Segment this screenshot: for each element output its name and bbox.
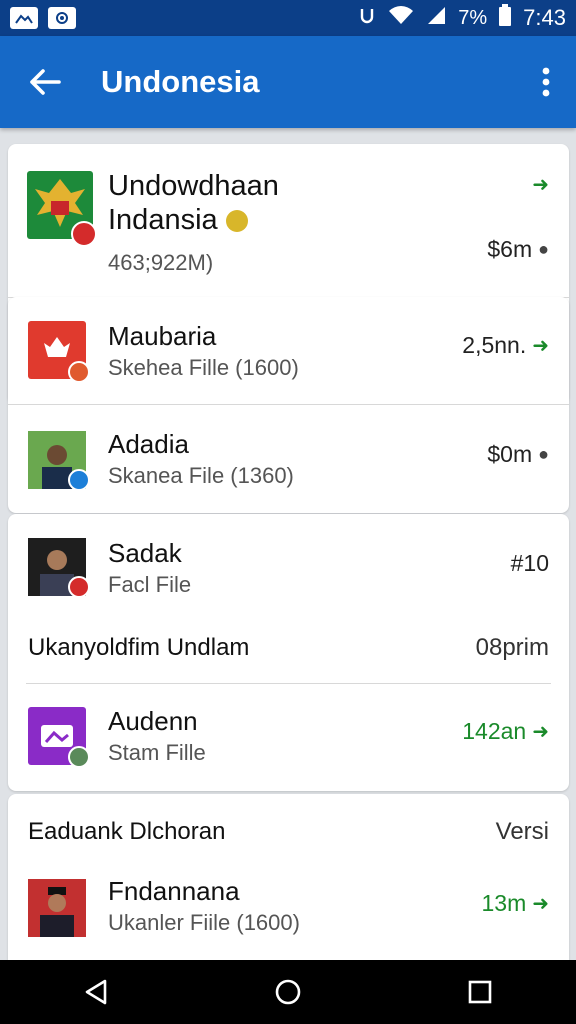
- arrow-right-icon[interactable]: ➜: [532, 719, 549, 744]
- battery-percent: 7%: [458, 6, 488, 29]
- status-badge: [68, 469, 90, 491]
- location-pin-icon: ●: [538, 444, 549, 464]
- item-title: Maubaria: [108, 321, 217, 351]
- more-vert-icon: [542, 67, 550, 97]
- list-item[interactable]: Undowdhaan Indansia 463;922M) ➜ $6m ●: [8, 144, 569, 297]
- nav-recents-button[interactable]: [450, 962, 510, 1022]
- status-notifications: [10, 7, 76, 29]
- item-subtitle: Ukanler Fiile (1600): [108, 910, 300, 935]
- list-item[interactable]: Sadak Facl File #10: [8, 514, 569, 616]
- item-amount: $6m ●: [487, 236, 549, 262]
- section-header: Ukanyoldfim Undlam 08prim: [26, 616, 551, 684]
- status-time: 7:43: [523, 5, 566, 30]
- section-meta: 08prim: [475, 634, 549, 661]
- status-badge: [71, 221, 97, 247]
- overflow-menu-button[interactable]: [516, 36, 576, 128]
- arrow-right-icon[interactable]: ➜: [532, 333, 549, 358]
- app-bar: Undonesia: [0, 36, 576, 128]
- location-pin-icon: ●: [538, 239, 549, 259]
- item-amount: 142an ➜: [462, 718, 549, 744]
- item-subtitle: Facl File: [108, 572, 192, 597]
- avatar: [28, 879, 86, 937]
- arrow-right-icon[interactable]: ➜: [532, 172, 549, 197]
- item-title: Sadak: [108, 538, 182, 568]
- section-meta: Versi: [495, 818, 549, 845]
- item-title: Fndannana: [108, 876, 240, 906]
- triangle-back-icon: [85, 979, 107, 1005]
- list-item[interactable]: Fndannana Ukanler Fiile (1600) 13m ➜: [8, 870, 569, 974]
- item-subtitle: Skanea File (1360): [108, 463, 294, 488]
- signal-icon: [426, 5, 446, 31]
- status-badge: [68, 361, 90, 383]
- section-title: Eaduank Dlchoran: [28, 818, 226, 845]
- image-icon: [10, 7, 38, 29]
- sync-icon: [358, 6, 376, 30]
- card-list-b: Sadak Facl File #10 Ukanyoldfim Undlam 0…: [8, 514, 569, 791]
- item-subtitle: Stam Fille: [108, 740, 206, 765]
- wifi-icon: [388, 5, 414, 31]
- item-subtitle: Skehea Fille (1600): [108, 355, 299, 380]
- back-button[interactable]: [0, 36, 90, 128]
- item-title: Undowdhaan: [108, 170, 279, 202]
- list-item[interactable]: Maubaria Skehea Fille (1600) 2,5nn. ➜: [8, 297, 569, 404]
- square-recents-icon: [468, 980, 492, 1004]
- section-header: Eaduank Dlchoran Versi: [8, 794, 569, 870]
- list-item[interactable]: Audenn Stam Fille 142an ➜: [8, 684, 569, 790]
- status-badge: [68, 746, 90, 768]
- item-amount: #10: [510, 550, 549, 576]
- system-nav-bar: [0, 960, 576, 1024]
- status-badge: [68, 576, 90, 598]
- status-bar: 7% 7:43: [0, 0, 576, 36]
- list-item[interactable]: Adadia Skanea File (1360) $0m ●: [8, 404, 569, 513]
- shield-icon: [48, 7, 76, 29]
- item-amount: 2,5nn. ➜: [462, 332, 549, 358]
- emoji-icon: [225, 210, 248, 233]
- item-title: Audenn: [108, 706, 198, 736]
- card-list-a: Maubaria Skehea Fille (1600) 2,5nn. ➜ Ad…: [8, 297, 569, 513]
- card-list-c: Eaduank Dlchoran Versi Fndannana Ukanler…: [8, 794, 569, 974]
- item-title: Adadia: [108, 429, 189, 459]
- nav-back-button[interactable]: [66, 962, 126, 1022]
- section-title: Ukanyoldfim Undlam: [28, 634, 250, 661]
- circle-home-icon: [275, 979, 301, 1005]
- item-subtitle: 463;922M): [108, 250, 214, 275]
- item-amount: $0m ●: [487, 441, 549, 467]
- arrow-back-icon: [30, 69, 61, 95]
- arrow-right-icon[interactable]: ➜: [532, 891, 549, 916]
- nav-home-button[interactable]: [258, 962, 318, 1022]
- battery-icon: [499, 4, 512, 32]
- item-amount: 13m ➜: [481, 890, 549, 916]
- item-title-line2: Indansia: [108, 204, 248, 237]
- page-title: Undonesia: [101, 64, 260, 99]
